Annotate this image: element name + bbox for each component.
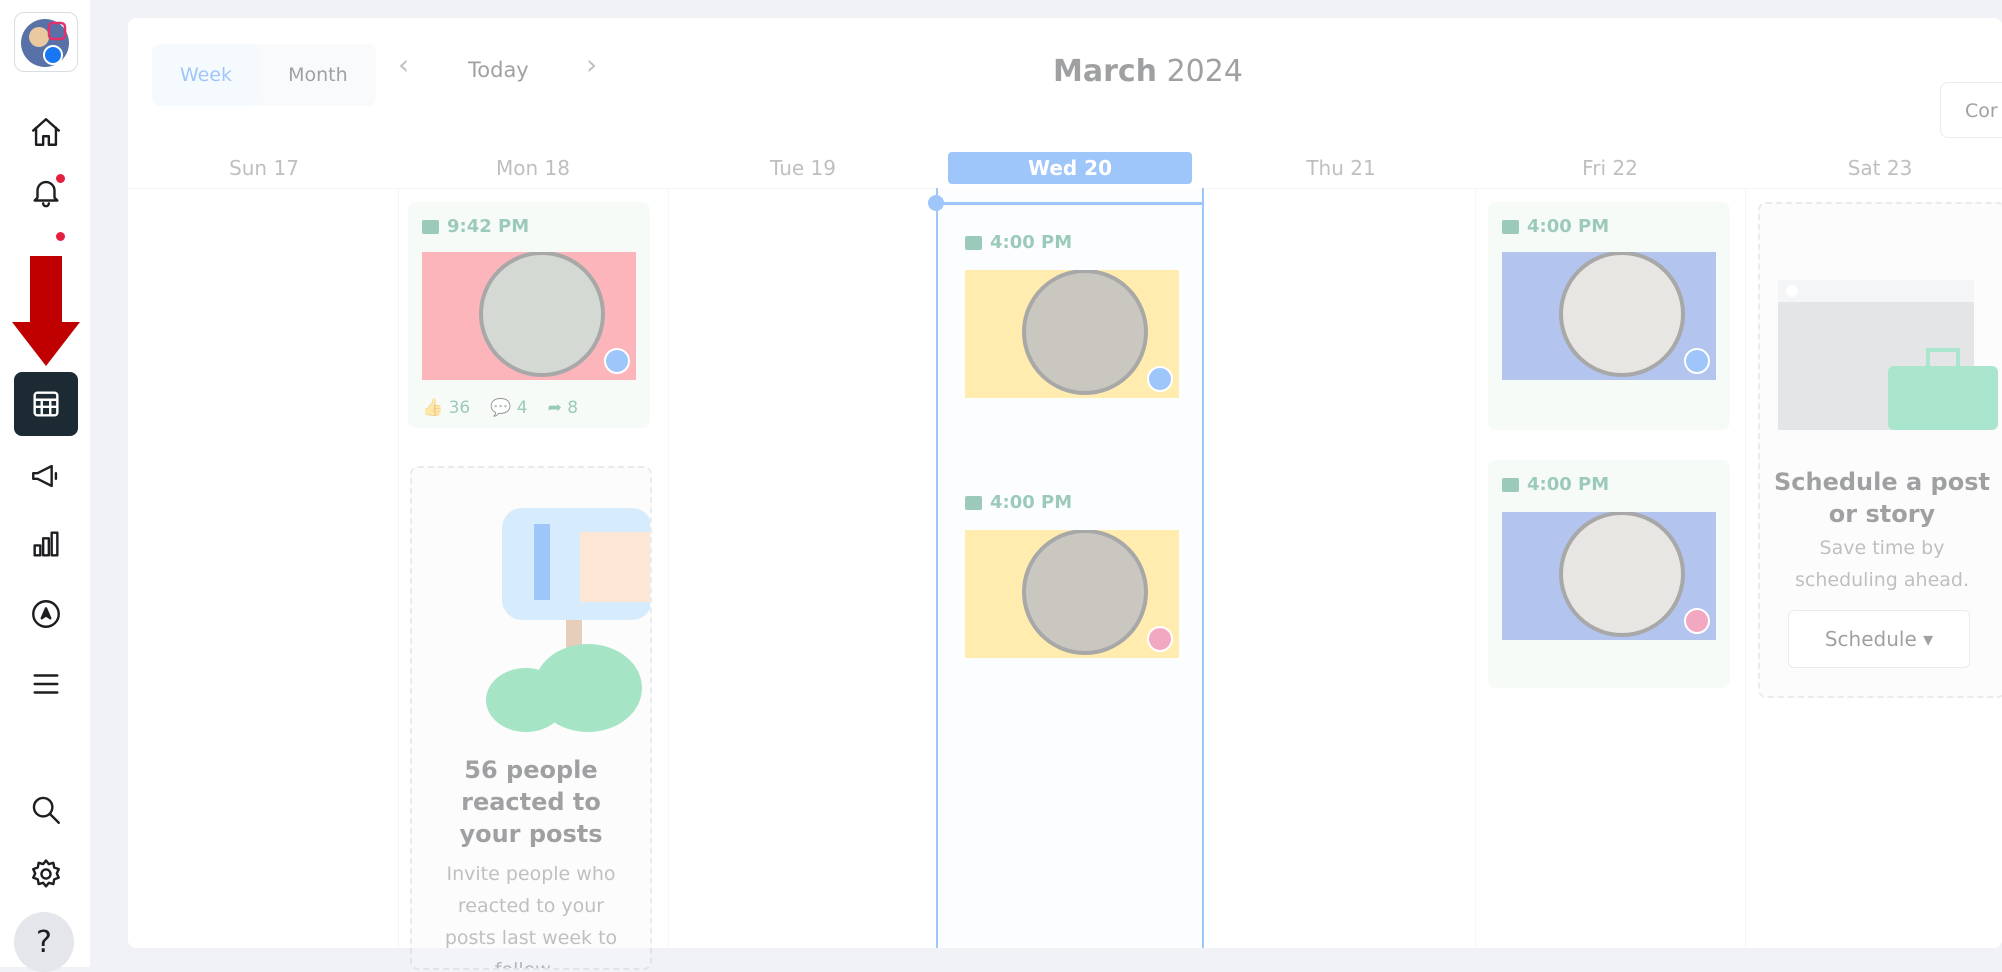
help-button[interactable]: ? — [14, 912, 74, 972]
day-header: Sun 17 — [229, 156, 299, 180]
scheduled-post-card[interactable]: 4:00 PM — [951, 478, 1189, 690]
content-button[interactable]: Cor — [1940, 82, 2002, 138]
day-header: Sat 23 — [1847, 156, 1913, 180]
view-toggle: Week Month — [152, 44, 376, 106]
menu-icon[interactable] — [14, 652, 78, 716]
schedule-illustration — [1778, 280, 1998, 430]
planner-icon[interactable] — [14, 372, 78, 436]
post-thumbnail — [1502, 512, 1716, 640]
post-icon — [1502, 219, 1519, 234]
card-title: 56 people reacted to your posts — [459, 756, 603, 848]
post-thumbnail — [965, 530, 1179, 658]
likes-count: 👍 36 — [422, 398, 471, 418]
instagram-icon — [1147, 626, 1173, 652]
planner-calendar: Week Month ‹ Today › March 2024 Cor Sun … — [128, 18, 2002, 970]
week-view-tab[interactable]: Week — [152, 44, 261, 106]
post-icon — [422, 219, 439, 234]
calendar-toolbar: Week Month ‹ Today › March 2024 Cor — [128, 18, 2002, 148]
reached-people-card[interactable]: 56 people reacted to your posts Invite p… — [410, 466, 652, 970]
facebook-icon — [1684, 348, 1710, 374]
card-description: Save time by scheduling ahead. — [1795, 537, 1969, 591]
month-view-tab[interactable]: Month — [260, 44, 376, 106]
scheduled-post-card[interactable]: 9:42 PM 👍 36 💬 4 ➦ 8 — [408, 202, 650, 428]
search-icon[interactable] — [14, 778, 78, 842]
next-week-button[interactable]: › — [586, 48, 597, 81]
post-icon — [965, 235, 982, 250]
ads-icon[interactable] — [14, 444, 78, 508]
day-header: Thu 21 — [1306, 156, 1376, 180]
navigate-icon[interactable] — [14, 582, 78, 646]
page-avatar[interactable] — [14, 12, 78, 72]
inbox-dot — [56, 232, 65, 241]
day-header-current: Wed 20 — [948, 152, 1192, 184]
day-header-row: Sun 17 Mon 18 Tue 19 Wed 20 Thu 21 Fri 2… — [128, 144, 2002, 189]
settings-icon[interactable] — [14, 842, 78, 906]
prev-week-button[interactable]: ‹ — [398, 48, 409, 81]
post-thumbnail — [422, 252, 636, 380]
day-header: Mon 18 — [496, 156, 570, 180]
schedule-post-card[interactable]: Schedule a post or story Save time by sc… — [1758, 202, 2002, 698]
facebook-icon — [1147, 366, 1173, 392]
notifications-icon[interactable] — [14, 160, 78, 224]
card-description: Invite people who reacted to your posts … — [444, 863, 618, 970]
red-arrow-annotation — [12, 256, 80, 366]
current-time-line — [936, 202, 1204, 205]
scheduled-post-card[interactable]: 4:00 PM — [1488, 202, 1730, 430]
scheduled-post-card[interactable]: 4:00 PM — [1488, 460, 1730, 688]
notification-dot — [56, 174, 65, 183]
current-time-dot — [928, 195, 944, 211]
post-icon — [965, 495, 982, 510]
calendar-title: March 2024 — [1053, 54, 1243, 89]
post-thumbnail — [1502, 252, 1716, 380]
day-header: Tue 19 — [770, 156, 836, 180]
card-title: Schedule a post or story — [1774, 468, 1990, 528]
comments-count: 💬 4 — [490, 398, 528, 418]
schedule-dropdown-button[interactable]: Schedule ▾ — [1788, 610, 1970, 668]
shares-count: ➦ 8 — [547, 398, 579, 418]
today-button[interactable]: Today — [468, 58, 529, 82]
instagram-icon — [1684, 608, 1710, 634]
post-thumbnail — [965, 270, 1179, 398]
home-icon[interactable] — [14, 100, 78, 164]
left-sidebar: ? — [0, 0, 90, 972]
day-header: Fri 22 — [1582, 156, 1638, 180]
facebook-icon — [604, 348, 630, 374]
mailbox-illustration — [486, 508, 650, 732]
insights-icon[interactable] — [14, 512, 78, 576]
scheduled-post-card[interactable]: 4:00 PM — [951, 218, 1189, 430]
post-icon — [1502, 477, 1519, 492]
